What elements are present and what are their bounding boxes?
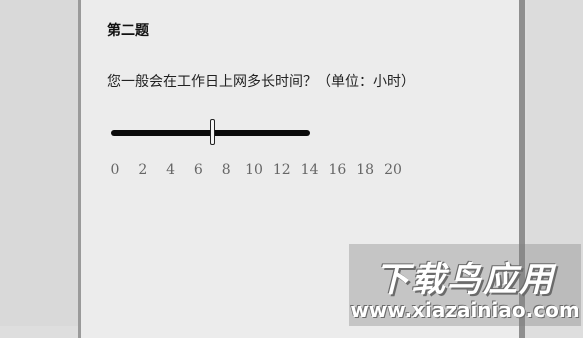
scale-tick: 6 (193, 162, 203, 178)
scale-tick: 10 (245, 162, 263, 178)
scale-tick: 0 (110, 162, 120, 178)
scale-tick: 20 (384, 162, 402, 178)
hours-slider[interactable] (110, 119, 310, 147)
watermark: 下载鸟应用 www.xiazainiao.com (349, 244, 581, 326)
question-title: 第二题 (107, 23, 149, 39)
scale-tick: 16 (328, 162, 347, 178)
scale-tick: 8 (221, 162, 231, 178)
watermark-name: 下载鸟应用 (375, 260, 555, 300)
scale-tick: 18 (356, 162, 375, 178)
slider-scale: 0 2 4 6 8 10 12 14 16 18 20 (105, 162, 415, 178)
question-text: 您一般会在工作日上网多长时间？（单位：小时） (107, 74, 415, 90)
background-left (0, 0, 78, 326)
scale-tick: 14 (300, 162, 319, 178)
slider-thumb[interactable] (209, 119, 215, 145)
scale-tick: 4 (166, 162, 176, 178)
scale-tick: 2 (138, 162, 148, 178)
scale-tick: 12 (272, 162, 291, 178)
watermark-url: www.xiazainiao.com (350, 298, 580, 322)
